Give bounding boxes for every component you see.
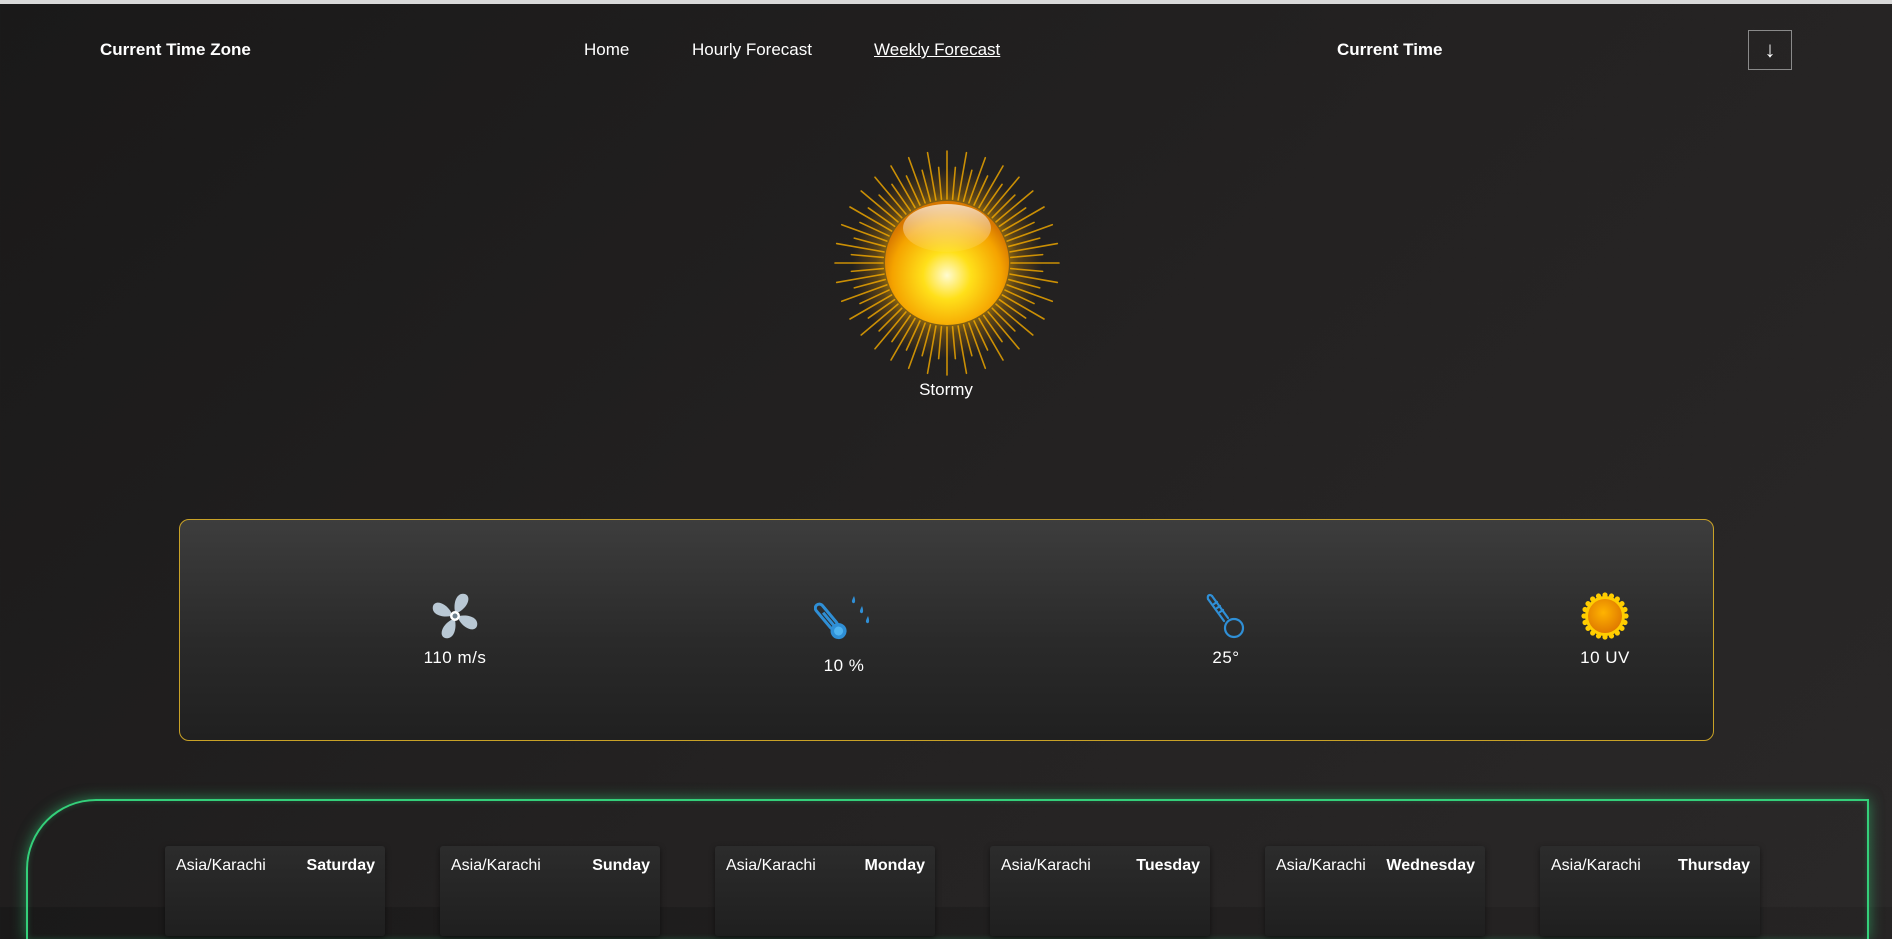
forecast-day-card[interactable]: Asia/Karachi Thursday (1540, 846, 1760, 936)
forecast-timezone: Asia/Karachi (451, 857, 541, 874)
forecast-day-card[interactable]: Asia/Karachi Saturday (165, 846, 385, 936)
wind-value: 110 m/s (423, 648, 487, 667)
thermometer-icon (1206, 593, 1245, 639)
uv-value: 10 UV (1580, 648, 1630, 667)
scroll-down-button[interactable]: ↓ (1748, 30, 1792, 70)
forecast-day: Tuesday (1136, 857, 1200, 874)
forecast-day-card[interactable]: Asia/Karachi Sunday (440, 846, 660, 936)
fan-icon (432, 593, 478, 639)
forecast-day-card[interactable]: Asia/Karachi Tuesday (990, 846, 1210, 936)
forecast-day: Sunday (592, 857, 650, 874)
sun-icon (834, 150, 1060, 376)
forecast-timezone: Asia/Karachi (1276, 857, 1366, 874)
weather-stats-card: 110 m/s 10 % 25° 10 UV (179, 519, 1714, 741)
forecast-day-card[interactable]: Asia/Karachi Wednesday (1265, 846, 1485, 936)
wind-stat: 110 m/s (375, 590, 535, 668)
forecast-day: Monday (864, 857, 925, 874)
forecast-timezone: Asia/Karachi (1551, 857, 1641, 874)
nav-home-link[interactable]: Home (584, 40, 629, 60)
forecast-timezone: Asia/Karachi (1001, 857, 1091, 874)
sun-uv-icon (1581, 592, 1629, 640)
humidity-thermometer-icon (814, 596, 870, 640)
top-border-line (0, 0, 1892, 4)
temperature-stat: 25° (1146, 590, 1306, 668)
forecast-timezone: Asia/Karachi (176, 857, 266, 874)
nav-hourly-forecast-link[interactable]: Hourly Forecast (692, 40, 812, 60)
weather-condition: Stormy (919, 380, 973, 399)
weather-hero (832, 148, 1062, 378)
navbar: Current Time Zone Home Hourly Forecast W… (0, 30, 1892, 70)
forecast-day: Saturday (306, 857, 375, 874)
brand-title: Current Time Zone (100, 40, 251, 59)
forecast-day-card[interactable]: Asia/Karachi Monday (715, 846, 935, 936)
temperature-value: 25° (1212, 648, 1240, 667)
forecast-timezone: Asia/Karachi (726, 857, 816, 874)
weekly-forecast-panel: Asia/Karachi Saturday Asia/Karachi Sunda… (26, 799, 1869, 939)
arrow-down-icon: ↓ (1764, 37, 1776, 62)
nav-weekly-forecast-link[interactable]: Weekly Forecast (874, 40, 1000, 60)
humidity-value: 10 % (823, 656, 865, 675)
uv-stat: 10 UV (1525, 590, 1685, 668)
current-time-label: Current Time (1337, 40, 1443, 59)
humidity-stat: 10 % (764, 590, 924, 676)
forecast-day: Thursday (1677, 857, 1750, 874)
forecast-day: Wednesday (1386, 857, 1475, 874)
